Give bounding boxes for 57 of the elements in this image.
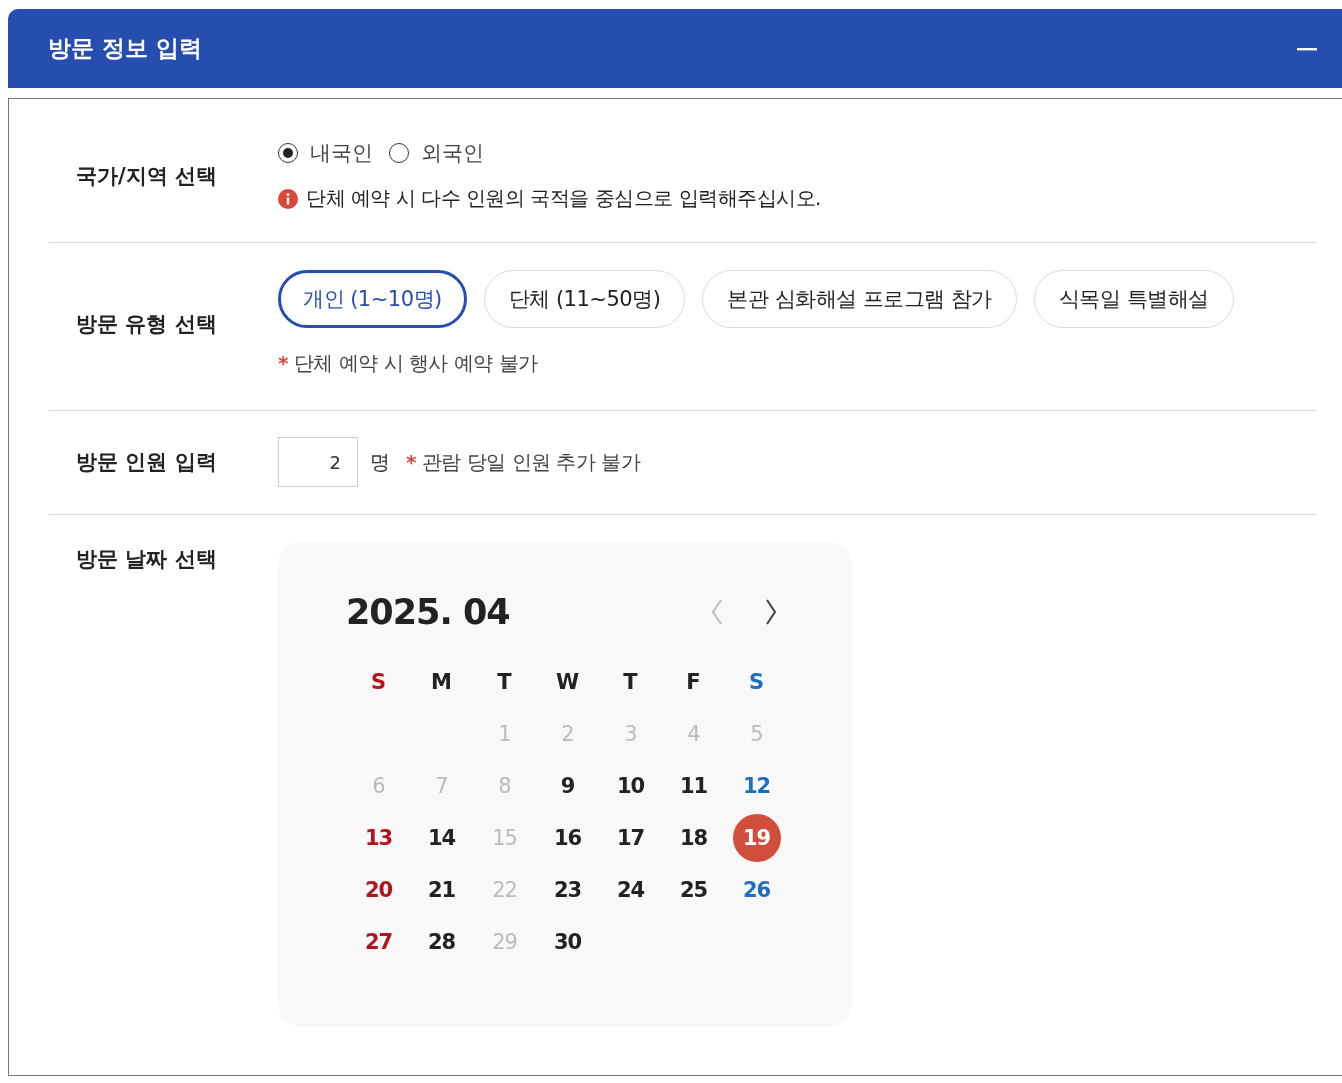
weekday-label: S xyxy=(370,670,387,694)
notice-text: 단체 예약 시 다수 인원의 국적을 중심으로 입력해주십시오. xyxy=(306,185,821,212)
calendar-day: 3 xyxy=(606,710,655,758)
calendar-day[interactable]: 27 xyxy=(354,918,403,966)
calendar-day[interactable]: 14 xyxy=(417,814,466,862)
visit-type-option[interactable]: 단체 (11~50명) xyxy=(483,270,686,328)
calendar-day[interactable]: 9 xyxy=(543,762,592,810)
calendar-day: 7 xyxy=(417,762,466,810)
unit-label: 명 xyxy=(370,448,390,476)
panel-title: 방문 정보 입력 xyxy=(48,34,202,63)
field-label: 방문 유형 선택 xyxy=(75,310,218,338)
calendar-day[interactable]: 13 xyxy=(354,814,403,862)
selected-day[interactable]: 19 xyxy=(732,814,781,862)
visit-type-option[interactable]: 본관 심화해설 프로그램 참가 xyxy=(702,270,1017,328)
calendar-day: 15 xyxy=(480,814,529,862)
calendar-day[interactable]: 21 xyxy=(417,866,466,914)
field-label: 방문 인원 입력 xyxy=(75,449,218,476)
field-label: 방문 날짜 선택 xyxy=(75,546,218,573)
calendar-day[interactable]: 25 xyxy=(669,866,718,914)
note-text: * 관람 당일 인원 추가 불가 xyxy=(406,448,641,476)
calendar-day: 22 xyxy=(480,866,529,914)
next-month-icon[interactable] xyxy=(764,598,778,626)
panel-header[interactable]: 방문 정보 입력 xyxy=(8,9,1342,88)
weekday-label: S xyxy=(748,670,765,694)
month-title: 2025. 04 xyxy=(346,592,510,632)
calendar-day[interactable]: 10 xyxy=(606,762,655,810)
calendar-day[interactable]: 26 xyxy=(732,866,781,914)
count-field[interactable]: 2 xyxy=(278,437,358,487)
radio-option[interactable]: 외국인 xyxy=(389,139,484,167)
calendar-day[interactable]: 16 xyxy=(543,814,592,862)
calendar-day[interactable]: 20 xyxy=(354,866,403,914)
calendar-day[interactable]: 17 xyxy=(606,814,655,862)
calendar-day[interactable]: 12 xyxy=(732,762,781,810)
weekday-label: M xyxy=(431,670,452,694)
calendar-day: 5 xyxy=(732,710,781,758)
weekday-label: T xyxy=(497,670,512,694)
calendar-day: 6 xyxy=(354,762,403,810)
field-label: 국가/지역 선택 xyxy=(75,162,218,190)
visit-type-option[interactable]: 식목일 특별해설 xyxy=(1033,270,1234,328)
calendar-day: 4 xyxy=(669,710,718,758)
info-icon xyxy=(278,188,298,209)
note-text: * 단체 예약 시 행사 예약 불가 xyxy=(278,350,539,377)
weekday-label: T xyxy=(623,670,638,694)
radio-option[interactable]: 내국인 xyxy=(278,139,373,167)
calendar-day[interactable]: 23 xyxy=(543,866,592,914)
calendar-day[interactable]: 24 xyxy=(606,866,655,914)
weekday-label: F xyxy=(686,670,701,694)
calendar-day[interactable]: 28 xyxy=(417,918,466,966)
calendar-day[interactable]: 11 xyxy=(669,762,718,810)
calendar-day: 2 xyxy=(543,710,592,758)
weekday-label: W xyxy=(555,670,580,694)
visit-type-option[interactable]: 개인 (1~10명) xyxy=(278,270,467,328)
calendar-day[interactable]: 30 xyxy=(543,918,592,966)
calendar-day[interactable]: 18 xyxy=(669,814,718,862)
calendar-day: 8 xyxy=(480,762,529,810)
calendar-day: 29 xyxy=(480,918,529,966)
calendar-day: 1 xyxy=(480,710,529,758)
